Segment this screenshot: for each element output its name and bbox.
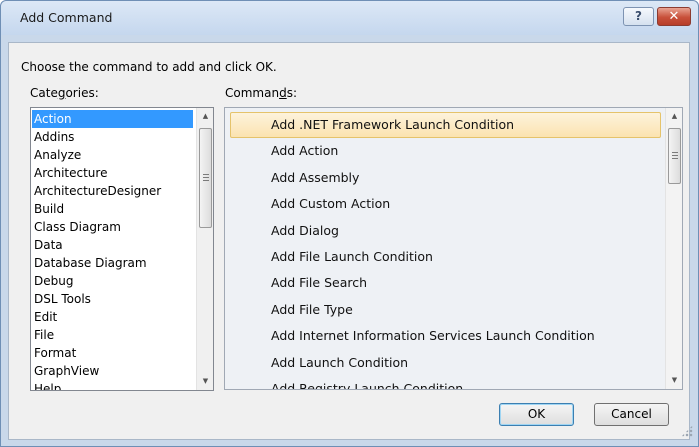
- category-item[interactable]: Debug: [32, 272, 193, 290]
- grip-line: [672, 158, 678, 159]
- close-button[interactable]: ✕: [657, 7, 691, 26]
- help-button[interactable]: ?: [623, 7, 654, 26]
- category-item[interactable]: Analyze: [32, 146, 193, 164]
- command-item[interactable]: Add File Type: [230, 297, 661, 323]
- window-title: Add Command: [20, 10, 113, 25]
- categories-listbox[interactable]: Action Addins Analyze Architecture Architect…: [30, 107, 214, 391]
- categories-scrollbar[interactable]: ▲ ▼: [196, 108, 213, 390]
- grip-line: [203, 174, 209, 175]
- grip-line: [203, 177, 209, 178]
- category-item[interactable]: Action: [32, 110, 193, 128]
- category-item[interactable]: Help: [32, 380, 193, 390]
- category-item[interactable]: Architecture: [32, 164, 193, 182]
- grip-line: [203, 180, 209, 181]
- grip-line: [672, 155, 678, 156]
- scroll-thumb[interactable]: [199, 128, 212, 228]
- command-item[interactable]: Add .NET Framework Launch Condition: [230, 112, 661, 139]
- command-item[interactable]: Add Registry Launch Condition: [230, 376, 661, 389]
- scroll-up-arrow-icon[interactable]: ▲: [666, 108, 682, 125]
- category-item[interactable]: Class Diagram: [32, 218, 193, 236]
- category-item[interactable]: Database Diagram: [32, 254, 193, 272]
- scroll-down-arrow-icon[interactable]: ▼: [666, 372, 682, 389]
- category-item[interactable]: Format: [32, 344, 193, 362]
- scroll-thumb[interactable]: [668, 128, 681, 184]
- category-item[interactable]: GraphView: [32, 362, 193, 380]
- command-item[interactable]: Add Launch Condition: [230, 350, 661, 376]
- categories-label: Categories:: [30, 86, 99, 100]
- instruction-text: Choose the command to add and click OK.: [21, 60, 277, 74]
- commands-listbox[interactable]: Add .NET Framework Launch Condition Add A…: [224, 107, 683, 390]
- category-item[interactable]: ArchitectureDesigner: [32, 182, 193, 200]
- commands-list: Add .NET Framework Launch Condition Add A…: [230, 112, 661, 389]
- command-item[interactable]: Add Dialog: [230, 218, 661, 244]
- category-item[interactable]: DSL Tools: [32, 290, 193, 308]
- command-item[interactable]: Add Internet Information Services Launch…: [230, 323, 661, 349]
- categories-list: Action Addins Analyze Architecture Architect…: [32, 110, 193, 390]
- category-item[interactable]: Data: [32, 236, 193, 254]
- category-item[interactable]: Addins: [32, 128, 193, 146]
- grip-line: [672, 152, 678, 153]
- title-bar[interactable]: Add Command ? ✕: [1, 1, 698, 35]
- category-item[interactable]: Build: [32, 200, 193, 218]
- command-item[interactable]: Add Assembly: [230, 165, 661, 191]
- command-item[interactable]: Add File Search: [230, 270, 661, 296]
- command-item[interactable]: Add Custom Action: [230, 191, 661, 217]
- cancel-button[interactable]: Cancel: [594, 403, 669, 426]
- category-item[interactable]: File: [32, 326, 193, 344]
- command-item[interactable]: Add File Launch Condition: [230, 244, 661, 270]
- commands-scrollbar[interactable]: ▲ ▼: [665, 108, 682, 389]
- scroll-up-arrow-icon[interactable]: ▲: [197, 108, 213, 125]
- command-item[interactable]: Add Action: [230, 138, 661, 164]
- commands-label: Commands:: [225, 86, 297, 100]
- ok-button[interactable]: OK: [499, 403, 574, 426]
- category-item[interactable]: Edit: [32, 308, 193, 326]
- scroll-down-arrow-icon[interactable]: ▼: [197, 373, 213, 390]
